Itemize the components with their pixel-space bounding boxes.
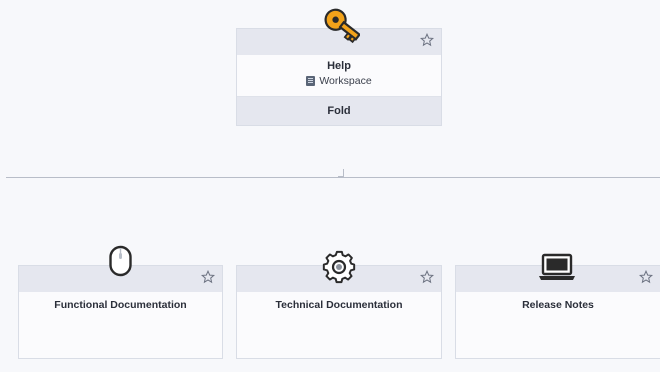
fold-button[interactable]: Fold bbox=[237, 96, 441, 125]
workspace-label: Workspace bbox=[237, 75, 441, 87]
laptop-icon bbox=[537, 252, 577, 287]
child-node-title: Technical Documentation bbox=[275, 299, 403, 311]
star-icon[interactable] bbox=[639, 270, 653, 284]
gear-icon bbox=[322, 250, 356, 289]
key-icon bbox=[318, 8, 362, 57]
child-node-title: Functional Documentation bbox=[54, 299, 187, 311]
workspace-icon bbox=[306, 76, 316, 86]
mouse-icon bbox=[108, 245, 134, 282]
star-icon[interactable] bbox=[201, 270, 215, 284]
root-node-title: Help bbox=[327, 60, 351, 72]
root-node-body: Help Workspace bbox=[237, 55, 441, 98]
star-icon[interactable] bbox=[420, 33, 434, 47]
workspace-text: Workspace bbox=[319, 75, 372, 87]
hierarchy-divider bbox=[6, 177, 660, 178]
hierarchy-connector bbox=[338, 169, 344, 177]
star-icon[interactable] bbox=[420, 270, 434, 284]
child-node-title: Release Notes bbox=[522, 299, 594, 311]
